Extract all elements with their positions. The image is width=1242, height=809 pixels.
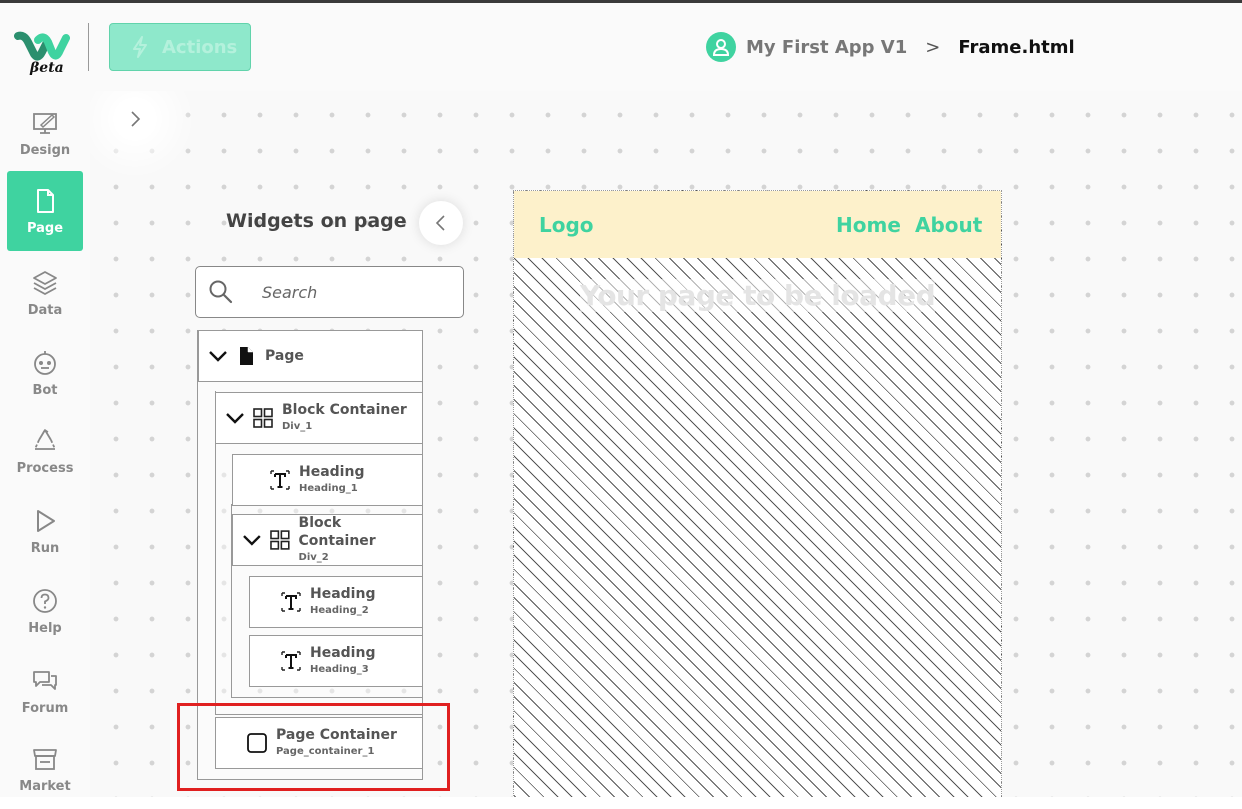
data-icon — [33, 270, 57, 295]
run-icon — [37, 509, 55, 532]
chevron-down-icon[interactable] — [207, 345, 229, 367]
chevron-right-icon — [131, 111, 141, 127]
expand-panel-button[interactable] — [113, 97, 157, 141]
help-icon — [33, 588, 57, 613]
tree-node-id: Heading_3 — [310, 664, 369, 675]
sidebar-item-label: Market — [19, 778, 71, 794]
sidebar-item-process[interactable]: Process — [7, 411, 83, 491]
breadcrumb-file-name: Frame.html — [958, 36, 1075, 58]
sidebar-item-design[interactable]: Design — [7, 93, 83, 173]
search-icon — [209, 280, 233, 304]
logo-mark-icon — [14, 31, 70, 61]
market-icon — [33, 748, 57, 770]
top-header: βeta Actions My First App V1 > Frame.htm… — [0, 3, 1242, 91]
text-icon — [281, 651, 301, 671]
forum-icon — [33, 670, 57, 690]
page-preview-frame[interactable]: Logo Home About Your page to be loaded — [513, 190, 1002, 797]
preview-nav-home[interactable]: Home — [836, 213, 901, 237]
sidebar-item-run[interactable]: Run — [7, 491, 83, 571]
tree-node-div2[interactable]: Block Container Div_2 — [232, 514, 423, 566]
chevron-down-icon[interactable] — [224, 407, 246, 429]
app-logo[interactable]: βeta — [14, 28, 76, 82]
preview-loading-text: Your page to be loaded — [580, 279, 936, 312]
widget-search[interactable] — [195, 266, 464, 318]
page-icon — [37, 188, 54, 213]
tree-node-label: Heading — [299, 464, 365, 480]
tree-node-id: Div_2 — [298, 552, 329, 563]
sidebar-item-label: Run — [30, 540, 60, 556]
preview-logo[interactable]: Logo — [539, 213, 594, 237]
selection-highlight — [177, 703, 450, 791]
tree-node-label: Heading — [310, 586, 376, 602]
tree-node-label: Block Container — [298, 515, 376, 549]
tree-node-label: Page — [265, 348, 304, 364]
tree-node-heading2[interactable]: Heading Heading_2 — [249, 576, 423, 628]
sidebar-item-label: Help — [28, 620, 62, 636]
widgets-panel-title: Widgets on page — [226, 210, 407, 232]
breadcrumb-separator: > — [925, 36, 941, 58]
grid-icon — [253, 408, 273, 428]
text-icon — [281, 592, 301, 612]
page-icon — [240, 347, 253, 365]
tree-node-heading3[interactable]: Heading Heading_3 — [249, 635, 423, 687]
tree-node-label: Heading — [310, 645, 376, 661]
chevron-down-icon[interactable] — [241, 529, 263, 551]
sidebar-item-label: Bot — [32, 382, 58, 398]
tree-node-label: Block Container — [282, 402, 407, 418]
actions-label: Actions — [162, 36, 238, 58]
user-avatar[interactable] — [706, 32, 736, 62]
design-icon — [33, 112, 57, 134]
grid-icon — [269, 530, 290, 550]
tree-node-div1[interactable]: Block Container Div_1 — [215, 392, 423, 444]
preview-navbar: Logo Home About — [514, 191, 1001, 258]
search-input[interactable] — [262, 282, 442, 302]
beta-label: βeta — [30, 60, 64, 76]
collapse-panel-button[interactable] — [419, 201, 463, 245]
tree-node-id: Heading_2 — [310, 605, 369, 616]
sidebar-item-label: Page — [26, 220, 64, 236]
tree-node-id: Div_1 — [282, 421, 313, 432]
sidebar-item-market[interactable]: Market — [7, 729, 83, 809]
header-divider — [88, 23, 89, 71]
breadcrumb-app-name[interactable]: My First App V1 — [746, 37, 907, 58]
text-icon — [270, 470, 290, 490]
tree-node-page[interactable]: Page — [198, 330, 423, 382]
sidebar-item-label: Forum — [21, 700, 69, 716]
sidebar-item-help[interactable]: Help — [7, 571, 83, 651]
sidebar-item-label: Data — [27, 302, 63, 318]
sidebar-item-bot[interactable]: Bot — [7, 333, 83, 413]
tree-node-id: Heading_1 — [299, 483, 358, 494]
sidebar-item-data[interactable]: Data — [7, 253, 83, 333]
breadcrumb: My First App V1 > Frame.html — [706, 31, 1075, 63]
preview-nav-about[interactable]: About — [915, 213, 982, 237]
sidebar-item-page[interactable]: Page — [7, 171, 83, 251]
bot-icon — [34, 350, 56, 375]
user-icon — [712, 39, 730, 56]
tree-node-heading1[interactable]: Heading Heading_1 — [232, 454, 423, 506]
lightning-icon — [133, 36, 147, 58]
left-sidebar: Design Page Data Bot Process Run Help Fo… — [0, 91, 90, 797]
sidebar-item-label: Design — [19, 142, 71, 158]
design-canvas: Widgets on page Page — [90, 91, 1242, 797]
sidebar-item-label: Process — [16, 460, 74, 476]
sidebar-item-forum[interactable]: Forum — [7, 651, 83, 731]
chevron-left-icon — [435, 215, 445, 231]
actions-button[interactable]: Actions — [109, 23, 251, 71]
process-icon — [34, 428, 56, 450]
